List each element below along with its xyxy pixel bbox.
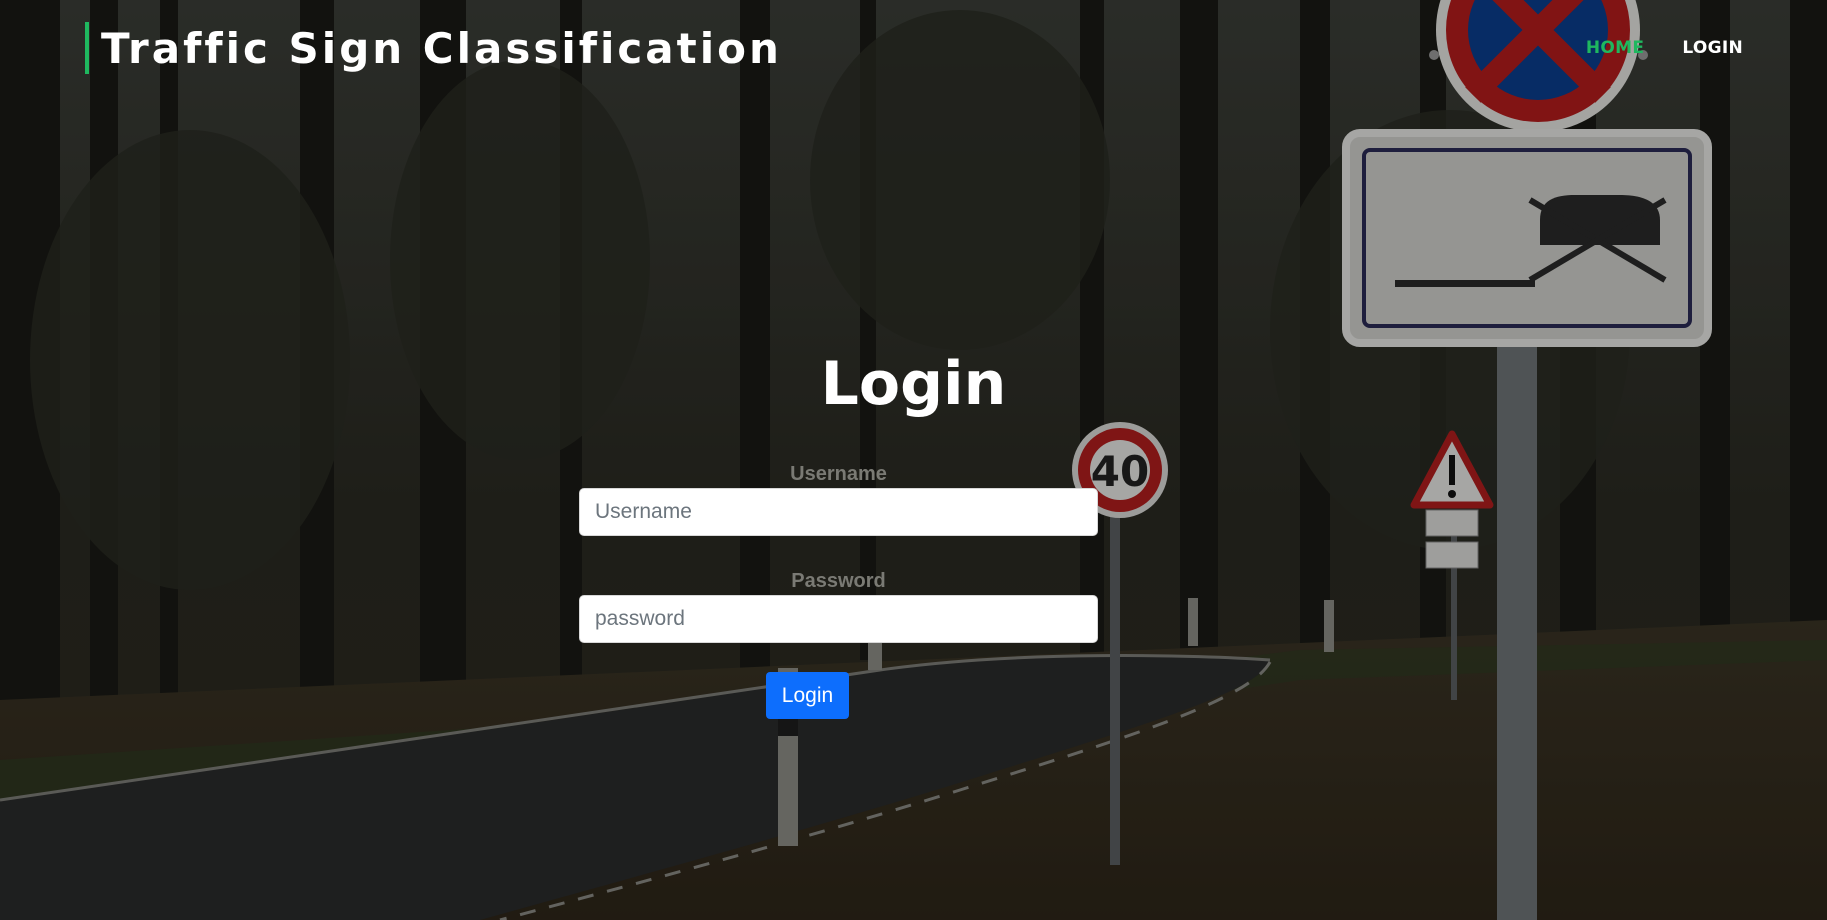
nav-home-link[interactable]: HOME (1586, 38, 1644, 58)
password-label: Password (791, 570, 886, 592)
username-input[interactable] (579, 488, 1098, 536)
password-input[interactable] (579, 595, 1098, 643)
submit-row: Login (0, 672, 1827, 719)
brand[interactable]: Traffic Sign Classification (85, 22, 782, 74)
username-label: Username (790, 463, 887, 485)
login-form: Username Password (579, 460, 1098, 643)
page-title: Login (820, 349, 1007, 419)
nav-login-link[interactable]: LOGIN (1682, 38, 1743, 58)
login-button[interactable]: Login (766, 672, 849, 719)
top-nav: HOME LOGIN (1586, 38, 1743, 58)
brand-title: Traffic Sign Classification (101, 23, 782, 73)
